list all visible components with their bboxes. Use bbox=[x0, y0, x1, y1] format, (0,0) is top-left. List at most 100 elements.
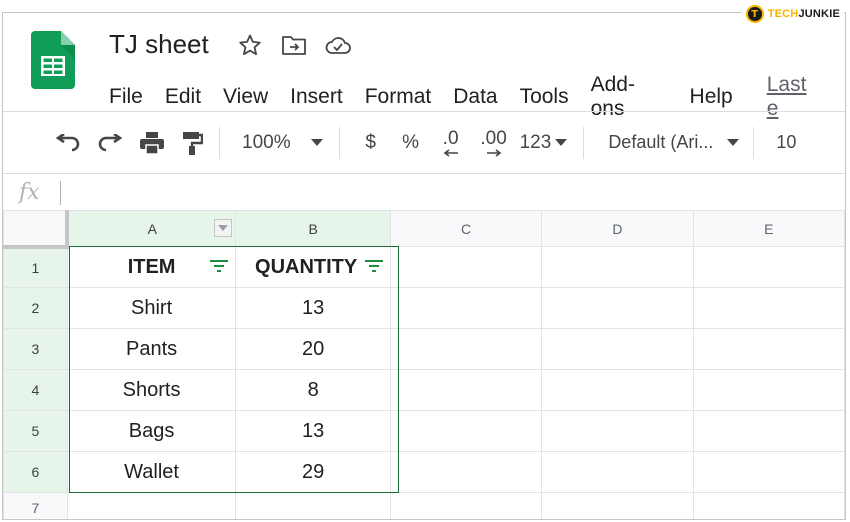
cell-e4[interactable] bbox=[692, 369, 845, 411]
menu-view[interactable]: View bbox=[223, 85, 268, 109]
cell-a1[interactable]: ITEM bbox=[66, 246, 237, 288]
column-header-b[interactable]: B bbox=[235, 210, 391, 247]
font-family-select[interactable]: Default (Ari... bbox=[608, 125, 740, 161]
cell-a5[interactable]: Bags bbox=[66, 410, 237, 452]
cell-c6[interactable] bbox=[389, 451, 543, 493]
cell-d6[interactable] bbox=[541, 451, 694, 493]
column-label: D bbox=[612, 220, 623, 237]
chevron-down-icon bbox=[218, 225, 229, 231]
cell-d4[interactable] bbox=[541, 369, 694, 411]
arrow-right-icon bbox=[486, 148, 501, 157]
google-sheets-logo[interactable] bbox=[31, 31, 75, 89]
menu-insert[interactable]: Insert bbox=[290, 85, 343, 109]
percent-format-button[interactable]: % bbox=[396, 125, 426, 161]
column-header-c[interactable]: C bbox=[389, 210, 543, 247]
row-header[interactable]: 3 bbox=[3, 328, 68, 370]
cell-c5[interactable] bbox=[389, 410, 543, 452]
number-format-caret-icon bbox=[555, 139, 568, 146]
move-to-folder-icon[interactable] bbox=[279, 30, 309, 60]
menu-tools[interactable]: Tools bbox=[520, 85, 569, 109]
cell-c4[interactable] bbox=[389, 369, 543, 411]
cell-table: A B C D E 1 ITEM QUANTITY 2 Shirt 13 3 P… bbox=[3, 210, 845, 519]
cell-e5[interactable] bbox=[692, 410, 845, 452]
filter-icon[interactable] bbox=[209, 259, 229, 273]
print-icon bbox=[140, 131, 164, 155]
watermark-junkie: JUNKIE bbox=[798, 8, 840, 20]
cell-e1[interactable] bbox=[692, 246, 845, 288]
column-menu-button[interactable] bbox=[214, 219, 233, 237]
row-header[interactable]: 4 bbox=[3, 369, 68, 411]
menu-format[interactable]: Format bbox=[365, 85, 432, 109]
column-header-d[interactable]: D bbox=[541, 210, 694, 247]
paint-format-icon bbox=[183, 131, 203, 155]
toolbar-divider bbox=[219, 126, 220, 159]
cell-b3[interactable]: 20 bbox=[235, 328, 391, 370]
cell-c7[interactable] bbox=[389, 492, 543, 519]
toolbar-divider bbox=[338, 126, 340, 159]
currency-format-button[interactable]: $ bbox=[356, 125, 386, 161]
cell-a2[interactable]: Shirt bbox=[66, 287, 237, 329]
redo-icon bbox=[98, 133, 123, 151]
zoom-select[interactable]: 100% bbox=[242, 125, 323, 161]
spreadsheet-grid: A B C D E 1 ITEM QUANTITY 2 Shirt 13 3 P… bbox=[3, 210, 845, 519]
techjunkie-logo: T bbox=[745, 5, 764, 23]
cell-d2[interactable] bbox=[541, 287, 694, 329]
cell-a7[interactable] bbox=[66, 492, 237, 519]
formula-divider bbox=[59, 180, 61, 205]
table-row: 2 Shirt 13 bbox=[3, 287, 845, 329]
increase-decimal-button[interactable]: .00 bbox=[474, 125, 514, 161]
star-icon[interactable] bbox=[235, 30, 265, 60]
header: TJ sheet File Edit View Insert Format Da… bbox=[3, 13, 845, 120]
cell-a6[interactable]: Wallet bbox=[66, 451, 237, 493]
filter-icon[interactable] bbox=[364, 259, 384, 273]
cell-b6[interactable]: 29 bbox=[235, 451, 391, 493]
menu-file[interactable]: File bbox=[109, 85, 143, 109]
cell-b1[interactable]: QUANTITY bbox=[235, 246, 391, 288]
print-button[interactable] bbox=[135, 125, 169, 161]
cell-c1[interactable] bbox=[389, 246, 543, 288]
cell-c3[interactable] bbox=[389, 328, 543, 370]
column-header-a[interactable]: A bbox=[66, 210, 237, 247]
cell-d3[interactable] bbox=[541, 328, 694, 370]
watermark-text: TECHJUNKIE bbox=[768, 8, 840, 20]
number-format-select[interactable]: 123 bbox=[520, 125, 568, 161]
table-row: 6 Wallet 29 bbox=[3, 451, 845, 493]
cell-c2[interactable] bbox=[389, 287, 543, 329]
cell-e2[interactable] bbox=[692, 287, 845, 329]
cell-d5[interactable] bbox=[541, 410, 694, 452]
row-header[interactable]: 7 bbox=[3, 492, 68, 519]
row-header[interactable]: 5 bbox=[3, 410, 68, 452]
menu-edit[interactable]: Edit bbox=[165, 85, 201, 109]
row-header[interactable]: 2 bbox=[3, 287, 68, 329]
select-all-corner[interactable] bbox=[3, 210, 70, 249]
cell-d1[interactable] bbox=[541, 246, 694, 288]
row-header[interactable]: 6 bbox=[3, 451, 68, 493]
decrease-decimal-button[interactable]: .0 bbox=[434, 125, 468, 161]
cell-e6[interactable] bbox=[692, 451, 845, 493]
cell-a3[interactable]: Pants bbox=[66, 328, 237, 370]
column-label: A bbox=[147, 220, 157, 237]
cell-a4[interactable]: Shorts bbox=[66, 369, 237, 411]
cell-e7[interactable] bbox=[692, 492, 845, 519]
document-title[interactable]: TJ sheet bbox=[109, 29, 209, 60]
zoom-value: 100% bbox=[242, 131, 291, 153]
column-header-e[interactable]: E bbox=[692, 210, 845, 247]
font-size-select[interactable]: 10 bbox=[776, 125, 796, 161]
cell-b7[interactable] bbox=[235, 492, 391, 519]
cell-e3[interactable] bbox=[692, 328, 845, 370]
cell-b5[interactable]: 13 bbox=[235, 410, 391, 452]
cloud-saved-icon[interactable] bbox=[323, 30, 353, 60]
menu-data[interactable]: Data bbox=[453, 85, 497, 109]
row-header[interactable]: 1 bbox=[3, 246, 68, 288]
undo-button[interactable] bbox=[51, 125, 85, 161]
menu-help[interactable]: Help bbox=[690, 85, 733, 109]
cell-b4[interactable]: 8 bbox=[235, 369, 391, 411]
cell-b2[interactable]: 13 bbox=[235, 287, 391, 329]
formula-input[interactable] bbox=[71, 178, 845, 208]
app-window: TJ sheet File Edit View Insert Format Da… bbox=[2, 12, 846, 520]
paint-format-button[interactable] bbox=[175, 125, 209, 161]
cell-d7[interactable] bbox=[541, 492, 694, 519]
title-row: TJ sheet bbox=[109, 29, 367, 60]
redo-button[interactable] bbox=[93, 125, 127, 161]
formula-bar: fx bbox=[3, 173, 845, 211]
